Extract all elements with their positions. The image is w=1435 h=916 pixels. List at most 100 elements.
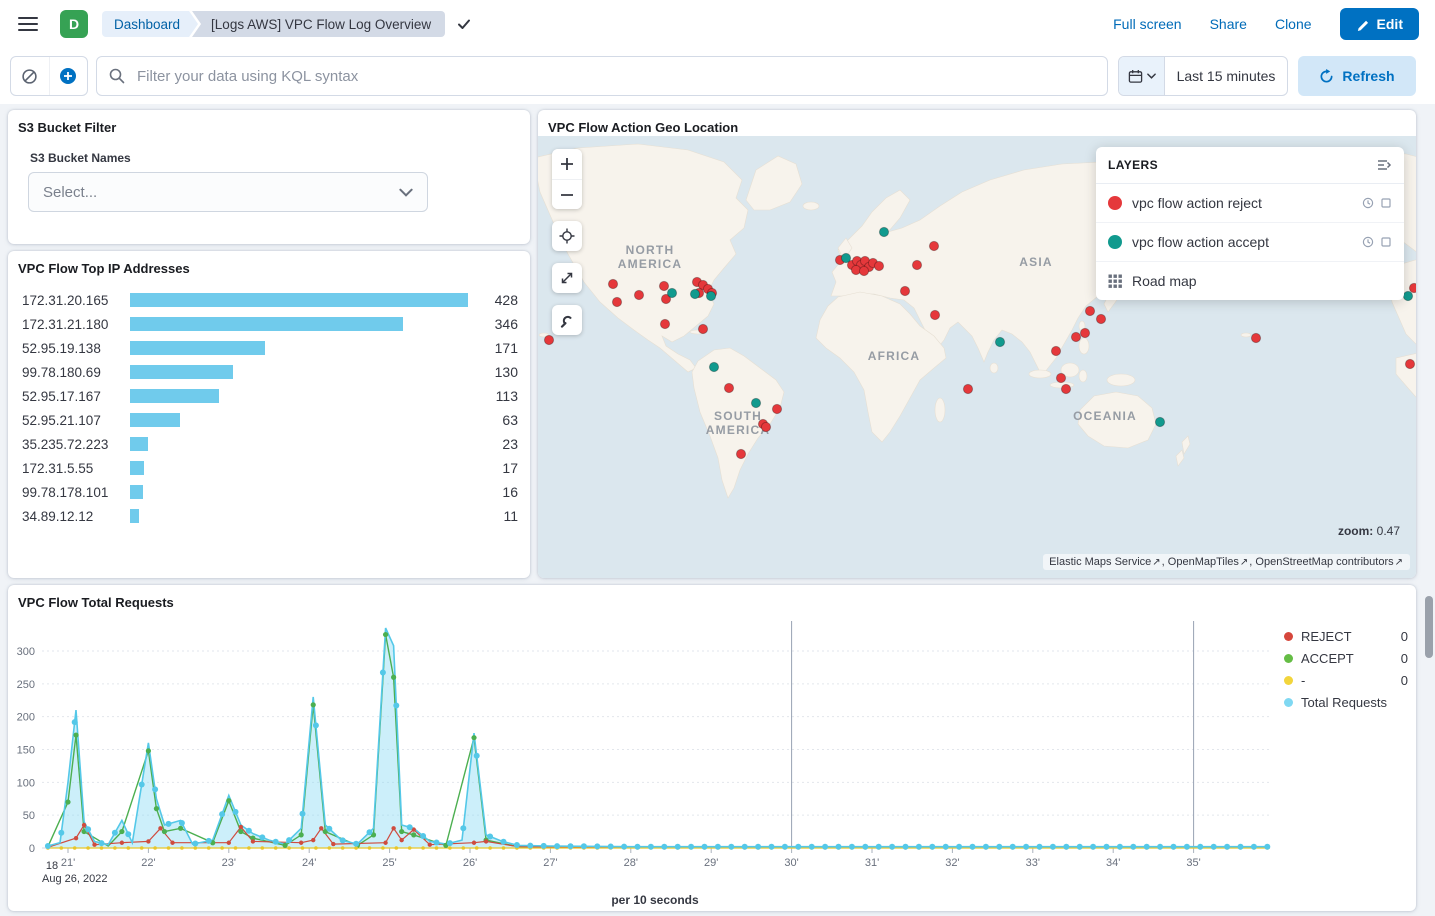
ip-bar-row[interactable]: 52.95.17.167113 <box>22 384 518 408</box>
legend-item[interactable]: Total Requests <box>1284 691 1408 713</box>
time-range-button[interactable]: Last 15 minutes <box>1165 57 1287 95</box>
layer-row[interactable]: vpc flow action reject <box>1096 184 1404 223</box>
map-point-reject[interactable] <box>660 319 669 328</box>
map-point-reject[interactable] <box>608 279 617 288</box>
map-point-reject[interactable] <box>1409 283 1416 292</box>
layer-toggle-icon[interactable] <box>1380 197 1392 209</box>
map-point-reject[interactable] <box>1056 373 1065 382</box>
map-tools-button[interactable] <box>552 305 582 335</box>
map-point-reject[interactable] <box>634 290 643 299</box>
ip-bar-fill[interactable] <box>130 341 265 355</box>
map-point-reject[interactable] <box>1071 332 1080 341</box>
ip-bar-fill[interactable] <box>130 317 403 331</box>
disable-filters-button[interactable] <box>11 57 49 95</box>
svg-text:200: 200 <box>17 712 35 724</box>
map-point-accept[interactable] <box>667 288 676 297</box>
legend-item[interactable]: REJECT0 <box>1284 625 1408 647</box>
ip-bar-fill[interactable] <box>130 509 139 523</box>
svg-text:250: 250 <box>17 679 35 691</box>
expand-map-button[interactable] <box>552 263 582 293</box>
clock-icon <box>1362 236 1374 248</box>
zoom-in-button[interactable] <box>552 149 582 179</box>
ip-bar-row[interactable]: 99.78.180.69130 <box>22 360 518 384</box>
ip-bar-row[interactable]: 172.31.20.165428 <box>22 288 518 312</box>
ip-bar-row[interactable]: 52.95.21.10763 <box>22 408 518 432</box>
map-point-reject[interactable] <box>1251 333 1260 342</box>
vertical-scrollbar[interactable] <box>1425 596 1433 658</box>
ip-bar-fill[interactable] <box>130 389 219 403</box>
fit-to-data-button[interactable] <box>552 221 582 251</box>
map-point-reject[interactable] <box>1096 314 1105 323</box>
share-button[interactable]: Share <box>1210 16 1247 32</box>
ip-bar-row[interactable]: 52.95.19.138171 <box>22 336 518 360</box>
map-point-accept[interactable] <box>879 227 888 236</box>
clone-button[interactable]: Clone <box>1275 16 1312 32</box>
ip-bar-fill[interactable] <box>130 293 468 307</box>
map-point-reject[interactable] <box>698 324 707 333</box>
attribution-link[interactable]: OpenMapTiles <box>1168 556 1239 568</box>
map-point-accept[interactable] <box>841 253 850 262</box>
map-point-reject[interactable] <box>912 260 921 269</box>
map-point-reject[interactable] <box>1061 384 1070 393</box>
map-point-reject[interactable] <box>1080 328 1089 337</box>
map-point-reject[interactable] <box>1051 346 1060 355</box>
add-filter-button[interactable] <box>49 57 88 95</box>
map-point-reject[interactable] <box>544 335 553 344</box>
map-point-accept[interactable] <box>690 289 699 298</box>
collapse-layers-icon[interactable] <box>1376 157 1392 173</box>
ip-count-value: 16 <box>476 484 518 500</box>
ip-bar-fill[interactable] <box>130 365 233 379</box>
layer-row[interactable]: Road map <box>1096 262 1404 300</box>
kql-query-input[interactable] <box>96 56 1108 96</box>
ip-bar-row[interactable]: 35.235.72.22323 <box>22 432 518 456</box>
ip-bar-fill[interactable] <box>130 437 148 451</box>
ip-bar-row[interactable]: 172.31.21.180346 <box>22 312 518 336</box>
breadcrumb-current[interactable]: [Logs AWS] VPC Flow Log Overview <box>192 11 445 37</box>
ip-bar-fill[interactable] <box>130 461 144 475</box>
map-point-reject[interactable] <box>859 266 868 275</box>
ip-bar-row[interactable]: 172.31.5.5517 <box>22 456 518 480</box>
map-point-accept[interactable] <box>709 362 718 371</box>
menu-button[interactable] <box>14 10 42 38</box>
edit-button[interactable]: Edit <box>1340 8 1419 40</box>
map-point-reject[interactable] <box>1405 359 1414 368</box>
map-point-reject[interactable] <box>659 281 668 290</box>
map-point-reject[interactable] <box>930 310 939 319</box>
map-point-accept[interactable] <box>706 291 715 300</box>
zoom-out-button[interactable] <box>552 179 582 209</box>
layer-row[interactable]: vpc flow action accept <box>1096 223 1404 262</box>
map-point-reject[interactable] <box>736 449 745 458</box>
map-point-accept[interactable] <box>751 398 760 407</box>
layer-toggle-icon[interactable] <box>1380 236 1392 248</box>
world-map[interactable]: NORTHAMERICASOUTHAMERICAAFRICAASIAOCEANI… <box>538 136 1416 578</box>
full-screen-button[interactable]: Full screen <box>1113 16 1181 32</box>
map-point-reject[interactable] <box>612 297 621 306</box>
total-requests-chart[interactable]: 05010015020025030021'22'23'24'25'26'27'2… <box>8 585 1416 911</box>
breadcrumb-dashboard[interactable]: Dashboard <box>102 11 198 37</box>
refresh-button[interactable]: Refresh <box>1298 56 1416 96</box>
map-point-reject[interactable] <box>761 422 770 431</box>
calendar-menu-button[interactable] <box>1119 57 1165 95</box>
legend-item[interactable]: -0 <box>1284 669 1408 691</box>
ip-bar-row[interactable]: 34.89.12.1211 <box>22 504 518 528</box>
map-point-reject[interactable] <box>900 286 909 295</box>
panel-title: VPC Flow Top IP Addresses <box>8 251 530 276</box>
attribution-link[interactable]: OpenStreetMap contributors <box>1255 556 1393 568</box>
ip-bar-row[interactable]: 99.78.178.10116 <box>22 480 518 504</box>
map-point-reject[interactable] <box>724 383 733 392</box>
map-point-reject[interactable] <box>929 241 938 250</box>
map-point-reject[interactable] <box>963 384 972 393</box>
map-point-accept[interactable] <box>995 337 1004 346</box>
map-point-reject[interactable] <box>1085 306 1094 315</box>
map-point-accept[interactable] <box>1403 291 1412 300</box>
map-point-reject[interactable] <box>874 261 883 270</box>
s3-bucket-select[interactable]: Select... <box>28 172 428 212</box>
attribution-link[interactable]: Elastic Maps Service <box>1049 556 1151 568</box>
ip-bar-fill[interactable] <box>130 413 180 427</box>
legend-item[interactable]: ACCEPT0 <box>1284 647 1408 669</box>
ip-bar-fill[interactable] <box>130 485 143 499</box>
ip-bar-track <box>130 461 468 475</box>
map-point-accept[interactable] <box>1155 417 1164 426</box>
space-avatar[interactable]: D <box>60 10 88 38</box>
map-point-reject[interactable] <box>772 404 781 413</box>
